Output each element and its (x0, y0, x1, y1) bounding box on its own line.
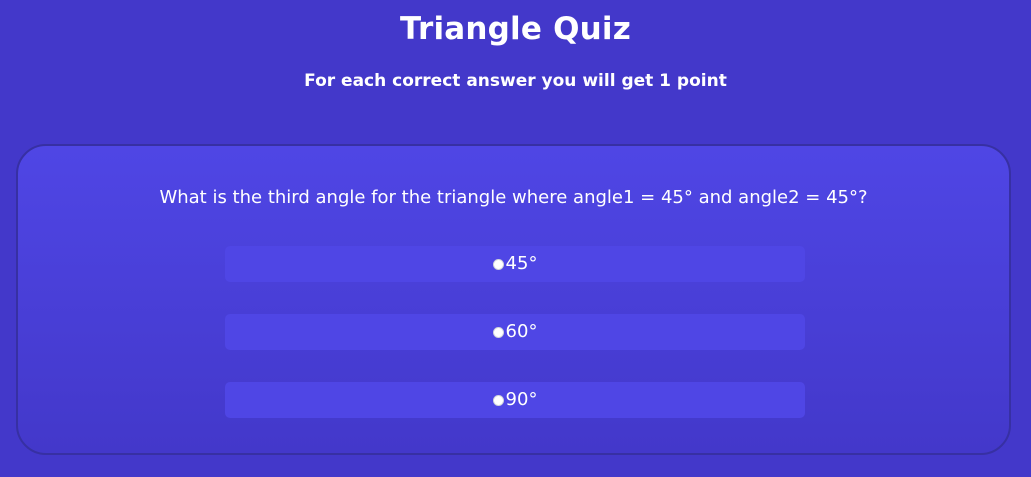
answer-option-1[interactable]: 45° (225, 246, 805, 282)
page-subtitle: For each correct answer you will get 1 p… (304, 71, 727, 91)
answer-option-2[interactable]: 60° (225, 314, 805, 350)
radio-button-icon[interactable] (492, 326, 504, 338)
radio-button-icon[interactable] (492, 258, 504, 270)
quiz-page: Triangle Quiz For each correct answer yo… (0, 0, 1031, 477)
question-text: What is the third angle for the triangle… (159, 187, 868, 208)
answer-option-3[interactable]: 90° (225, 382, 805, 418)
question-card: What is the third angle for the triangle… (16, 144, 1011, 455)
answer-option-label: 90° (505, 389, 538, 410)
radio-button-icon[interactable] (492, 394, 504, 406)
answer-option-label: 45° (505, 253, 538, 274)
page-title: Triangle Quiz (400, 11, 631, 47)
answer-option-label: 60° (505, 321, 538, 342)
answer-options: 45° 60° 90° (225, 246, 805, 450)
